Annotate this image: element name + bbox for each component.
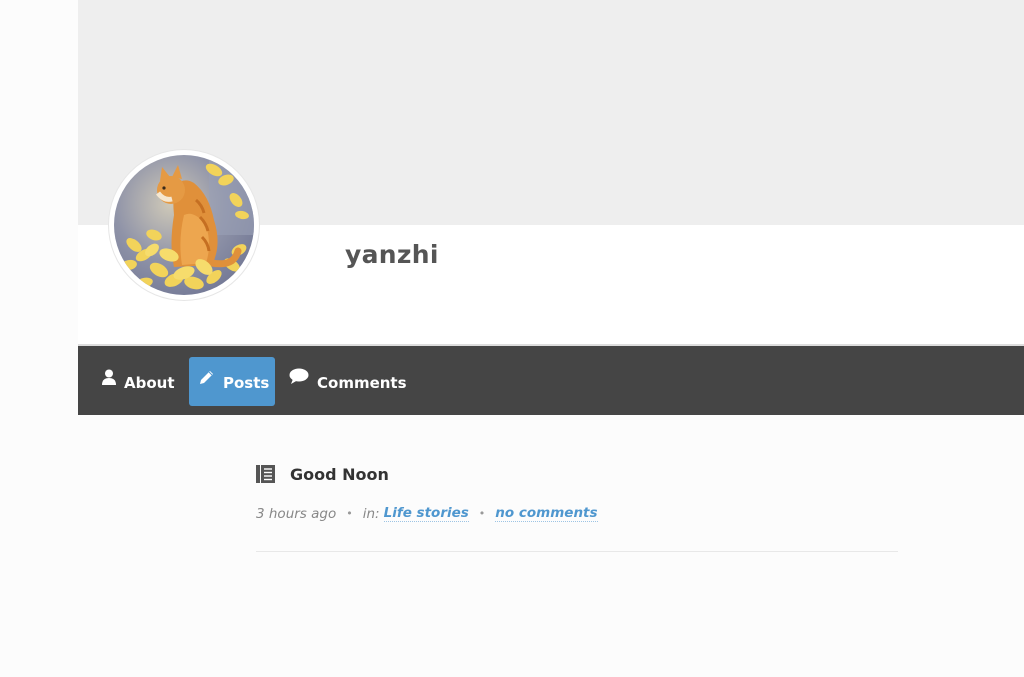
- post-title[interactable]: Good Noon: [290, 465, 389, 484]
- pencil-icon: [199, 369, 215, 385]
- post-category-label: in:: [362, 505, 380, 522]
- profile-username: yanzhi: [345, 240, 439, 269]
- tab-posts-label: Posts: [223, 373, 270, 392]
- avatar[interactable]: [114, 155, 254, 295]
- speech-bubble-icon: [289, 368, 309, 385]
- avatar-frame: [109, 150, 259, 300]
- post-comments-link[interactable]: no comments: [495, 505, 598, 522]
- profile-page: yanzhi About Posts Comments Good Noon 3 …: [0, 0, 1024, 677]
- post-header: Good Noon: [256, 460, 898, 488]
- document-icon: [256, 464, 276, 484]
- post-timestamp: 3 hours ago: [256, 505, 337, 522]
- tab-about-label: About: [124, 373, 175, 392]
- tab-posts[interactable]: Posts: [189, 357, 275, 406]
- post-category-link[interactable]: Life stories: [383, 505, 469, 522]
- post-divider: [256, 551, 898, 552]
- post-meta: 3 hours ago • in: Life stories • no comm…: [256, 505, 898, 522]
- meta-separator: •: [478, 507, 486, 520]
- tab-comments[interactable]: Comments: [289, 357, 407, 406]
- meta-separator: •: [346, 507, 353, 520]
- user-icon: [102, 369, 116, 385]
- tab-about[interactable]: About: [102, 357, 175, 406]
- post-item: Good Noon 3 hours ago • in: Life stories…: [256, 460, 898, 522]
- profile-nav: About Posts Comments: [78, 344, 1024, 415]
- tab-comments-label: Comments: [317, 373, 407, 392]
